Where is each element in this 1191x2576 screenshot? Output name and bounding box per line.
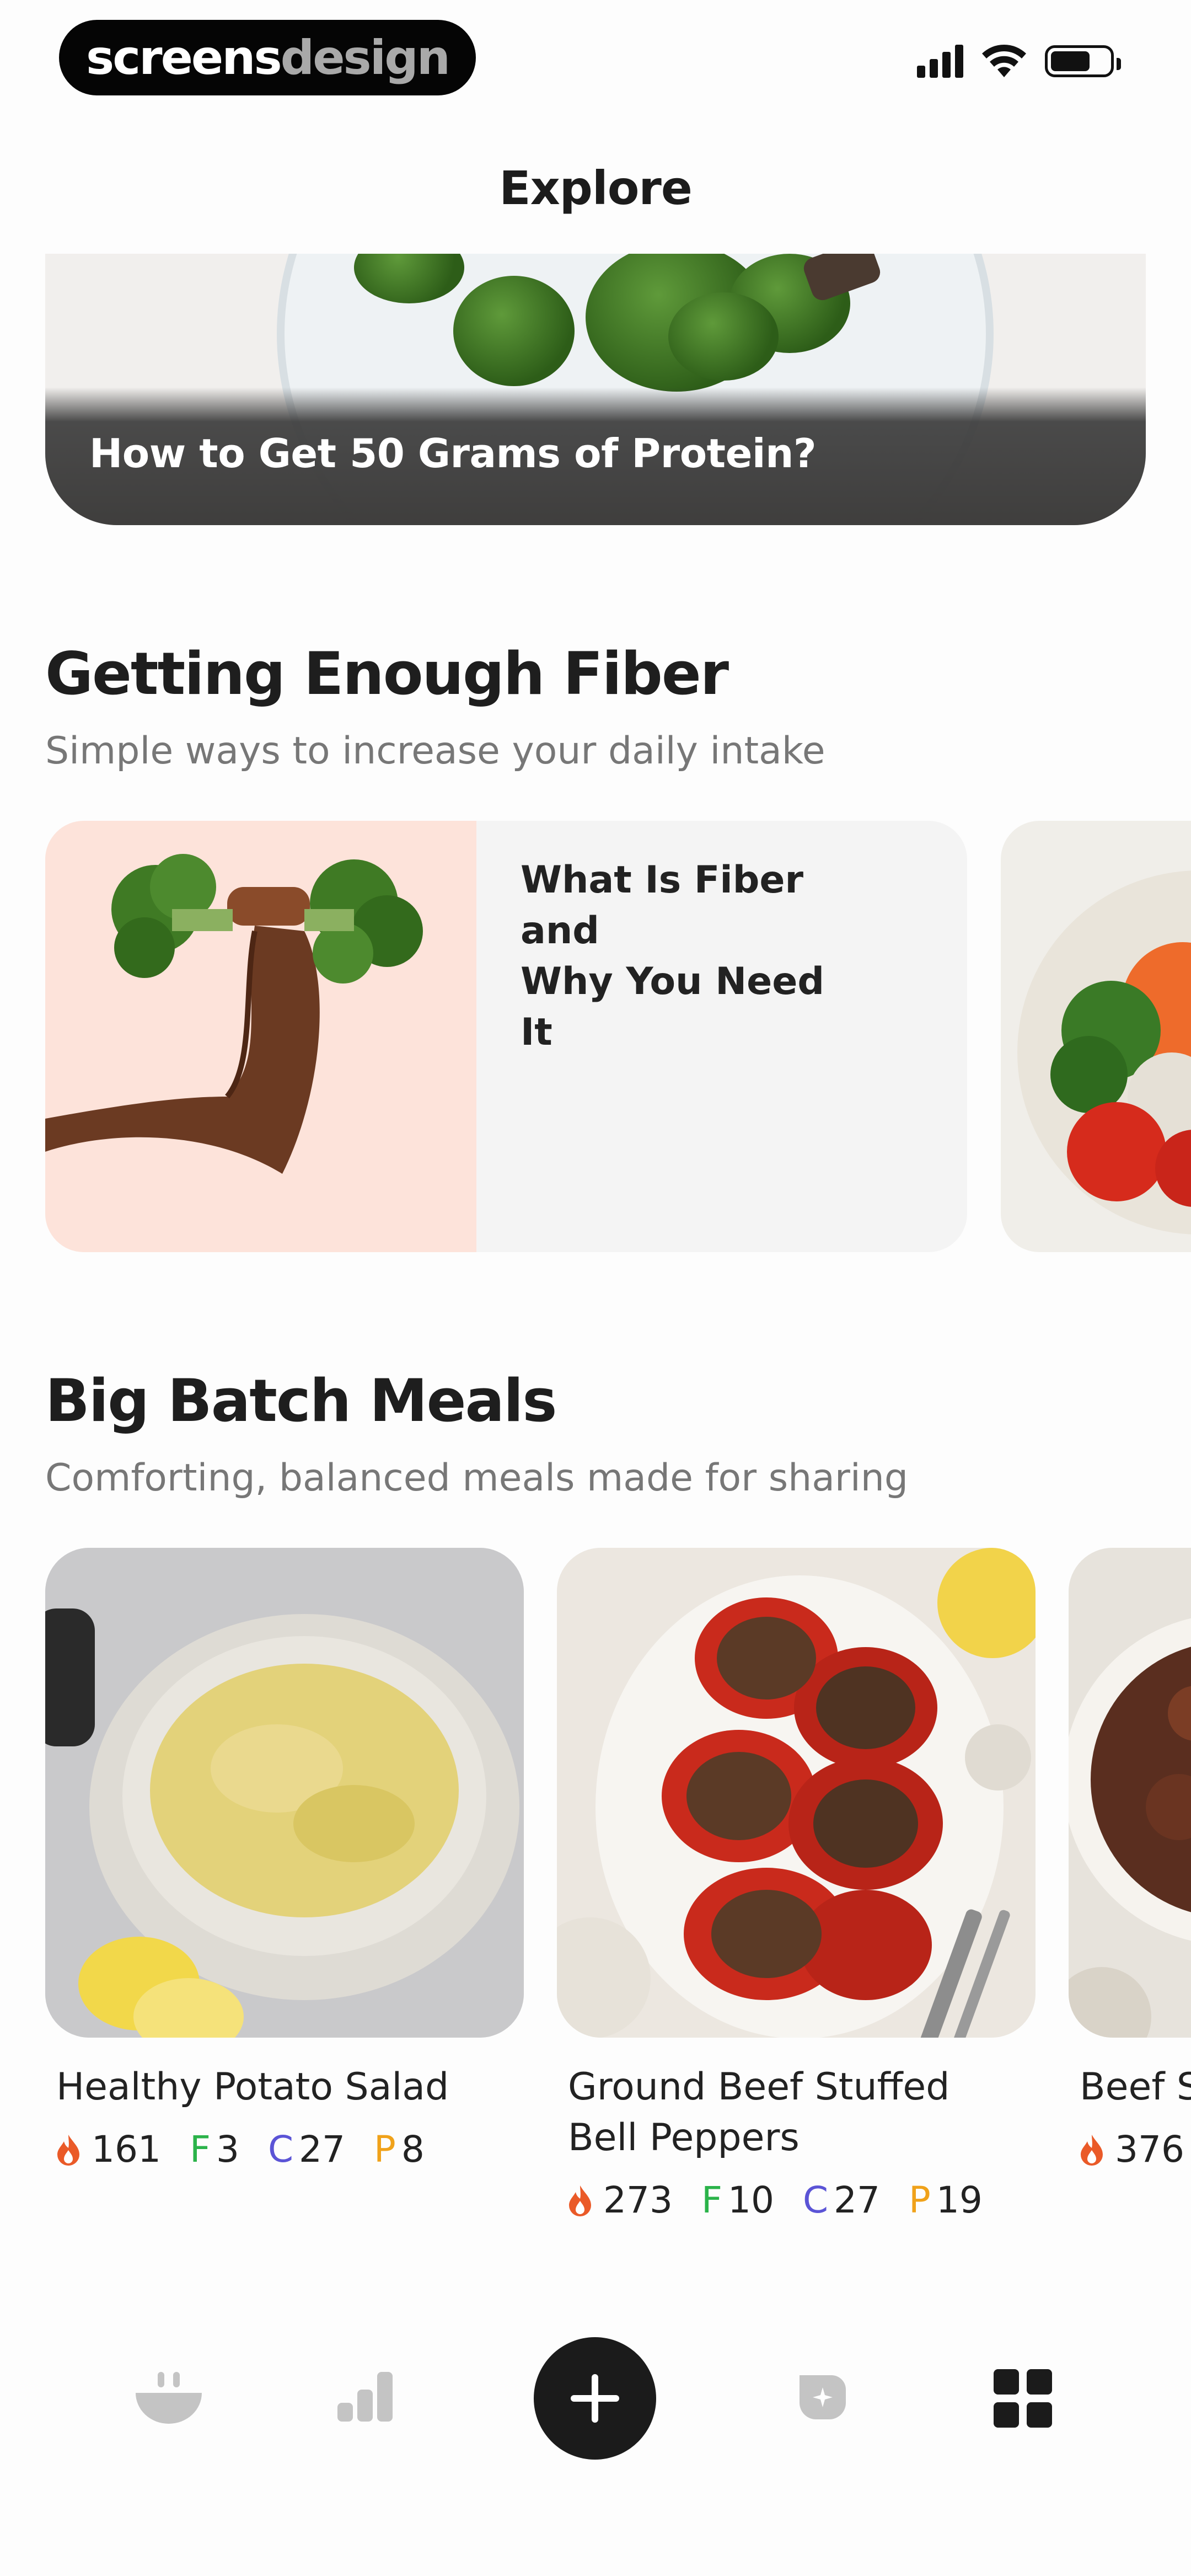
meal-card-image[interactable] xyxy=(45,1548,524,2038)
fiber-section-title: Getting Enough Fiber xyxy=(45,640,729,708)
logo-text-2: design xyxy=(280,30,450,85)
meal-card-info[interactable]: Healthy Potato Salad 161 F3 C 27 P8 xyxy=(56,2062,453,2171)
carbs-label: C xyxy=(267,2128,294,2171)
fat-value: 10 xyxy=(727,2179,774,2221)
fiber-card-title-line2: Why You Need It xyxy=(521,960,825,1054)
fiber-section-subtitle: Simple ways to increase your daily intak… xyxy=(45,729,825,773)
protein-label: P xyxy=(909,2179,931,2221)
protein-label: P xyxy=(374,2128,396,2171)
macro-row: 273 F 10 C 27 P 19 xyxy=(568,2179,1011,2221)
flame-icon xyxy=(1081,2134,1103,2166)
meal-card-info[interactable]: Beef S 376 xyxy=(1080,2062,1191,2171)
meal-card-image[interactable] xyxy=(557,1548,1036,2038)
meal-card-info[interactable]: Ground Beef Stuffed Bell Peppers 273 F 10… xyxy=(568,2062,1011,2221)
fat-value: 3 xyxy=(216,2128,239,2171)
grid-icon[interactable] xyxy=(994,2369,1052,2428)
screensdesign-logo: screens design xyxy=(59,20,476,95)
badge-plus-icon[interactable] xyxy=(795,2371,848,2424)
fiber-card-title-line1: What Is Fiber and xyxy=(521,858,804,953)
page-title: Explore xyxy=(499,161,693,215)
hero-caption: How to Get 50 Grams of Protein? xyxy=(89,430,817,477)
wifi-icon xyxy=(982,45,1026,77)
meal-name-line1: Ground Beef Stuffed xyxy=(568,2065,950,2109)
salad-bowl-image xyxy=(1017,870,1191,1234)
battery-icon xyxy=(1045,45,1121,77)
batch-section-title: Big Batch Meals xyxy=(45,1367,557,1435)
macro-row: 161 F3 C 27 P8 xyxy=(56,2128,453,2171)
logo-text-1: screens xyxy=(86,30,282,85)
calories-value: 273 xyxy=(603,2179,673,2221)
fiber-card-title: What Is Fiber and Why You Need It xyxy=(476,821,873,1252)
meal-name: Beef S xyxy=(1080,2065,1191,2109)
meal-name-line2: Bell Peppers xyxy=(568,2116,800,2160)
macro-row: 376 xyxy=(1080,2128,1191,2171)
calories-value: 376 xyxy=(1115,2128,1184,2171)
cellular-signal-icon xyxy=(917,45,963,78)
plus-icon xyxy=(571,2374,619,2423)
fiber-arm-image xyxy=(45,821,476,1252)
batch-section-subtitle: Comforting, balanced meals made for shar… xyxy=(45,1456,908,1500)
fiber-article-card-2[interactable] xyxy=(1001,821,1191,1252)
fat-label: F xyxy=(701,2179,722,2221)
protein-article-card[interactable]: How to Get 50 Grams of Protein? xyxy=(45,254,1146,525)
add-button[interactable] xyxy=(534,2337,656,2460)
fat-label: F xyxy=(189,2128,211,2171)
protein-value: 19 xyxy=(936,2179,983,2221)
carbs-value: 27 xyxy=(299,2128,346,2171)
meal-card-image[interactable] xyxy=(1069,1548,1191,2038)
protein-value: 8 xyxy=(401,2128,425,2171)
meal-name: Healthy Potato Salad xyxy=(56,2065,449,2109)
flame-icon xyxy=(57,2134,79,2166)
stats-bars-icon[interactable] xyxy=(337,2372,395,2422)
carbs-value: 27 xyxy=(834,2179,881,2221)
flame-icon xyxy=(569,2185,591,2216)
status-icons xyxy=(917,44,1121,78)
carbs-label: C xyxy=(802,2179,829,2221)
fiber-article-card[interactable]: What Is Fiber and Why You Need It xyxy=(45,821,967,1252)
bowl-icon[interactable] xyxy=(133,2372,204,2425)
calories-value: 161 xyxy=(92,2128,161,2171)
